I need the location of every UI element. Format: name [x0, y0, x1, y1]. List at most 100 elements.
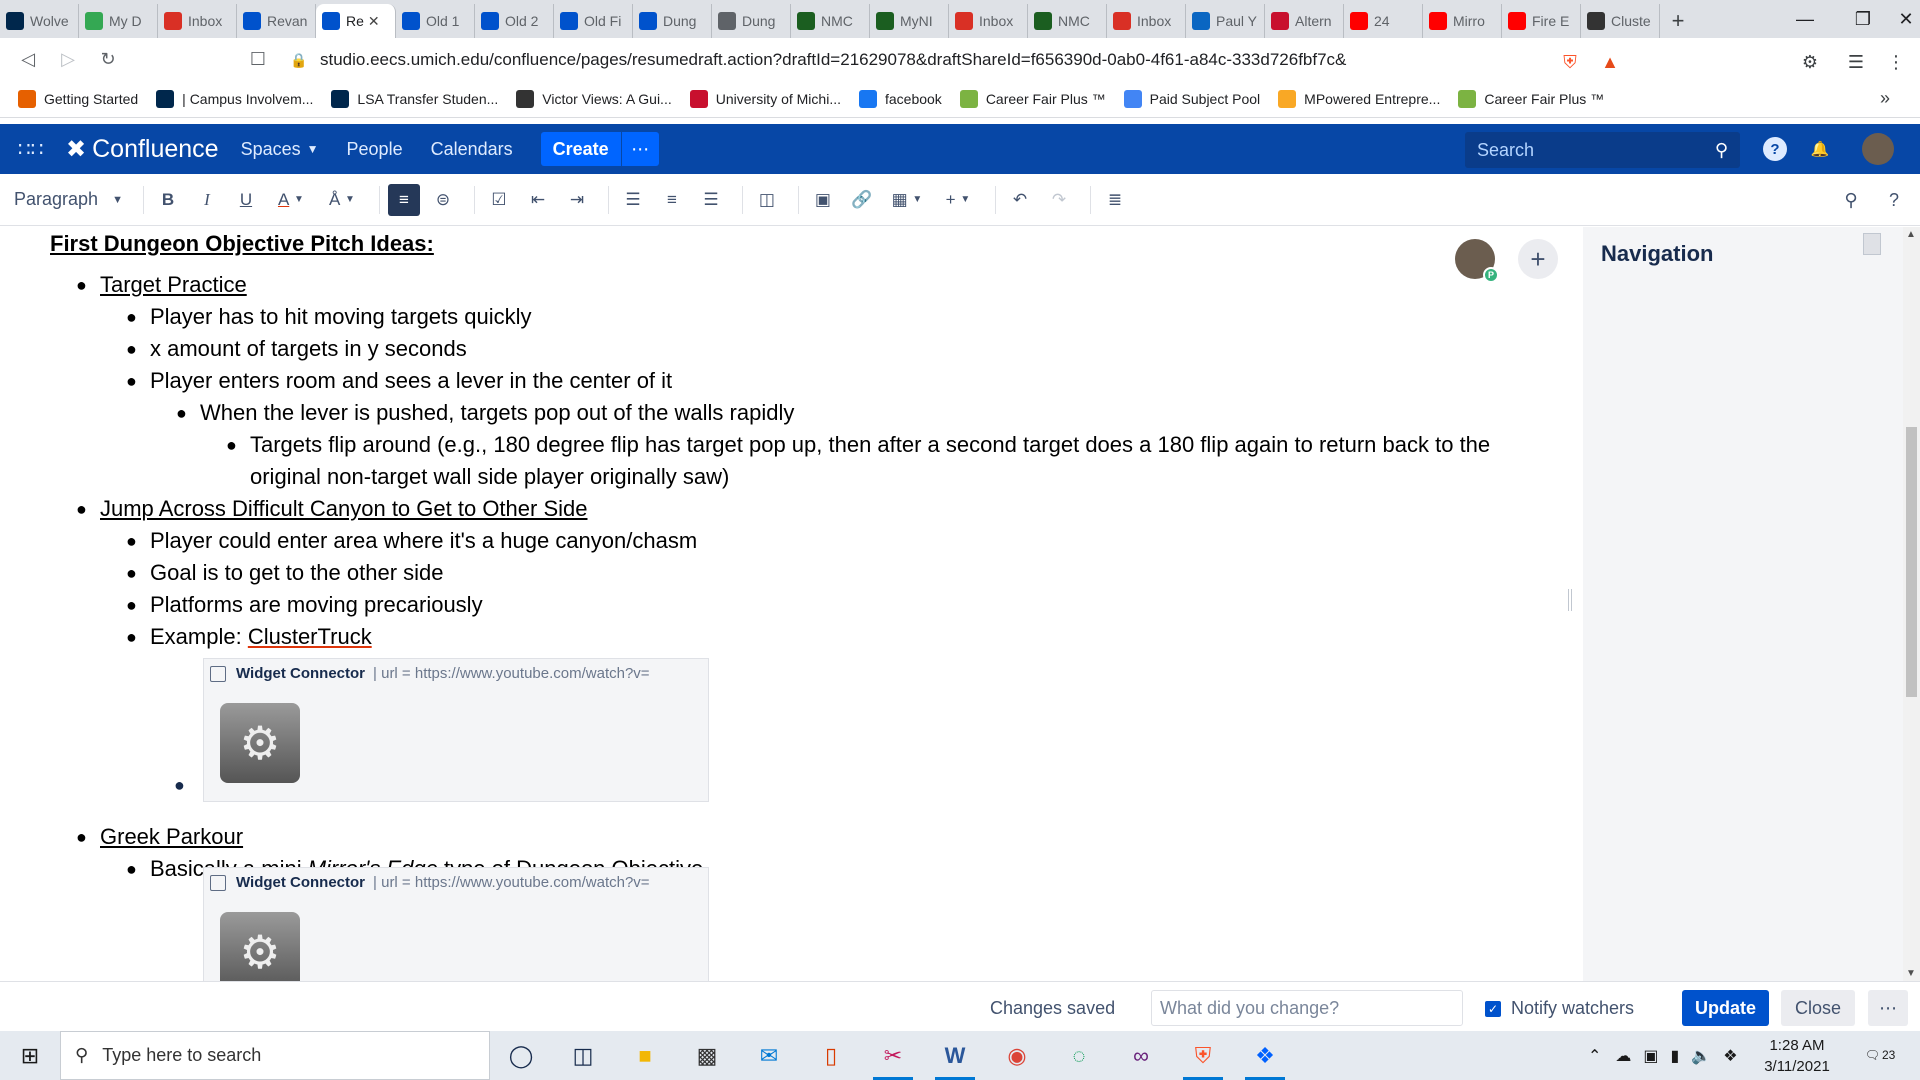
insert-image-icon[interactable]: ▣ [807, 184, 839, 216]
widget-connector-1[interactable]: Widget Connector | url = https://www.you… [203, 658, 709, 802]
bookmark-item[interactable]: Career Fair Plus ™ [959, 89, 1106, 108]
back-icon[interactable]: ◁ [8, 41, 48, 77]
browser-tab[interactable]: Inbox [158, 4, 237, 38]
browser-tab[interactable]: Inbox [1107, 4, 1186, 38]
bookmark-item[interactable]: Victor Views: A Gui... [516, 89, 672, 108]
panel-collapse-icon[interactable] [1863, 233, 1881, 255]
windows-start-icon[interactable]: ⊞ [0, 1031, 60, 1080]
browser-tab[interactable]: Wolve [0, 4, 79, 38]
create-button[interactable]: Create [540, 132, 621, 166]
redo-icon[interactable]: ↷ [1043, 184, 1075, 216]
nav-calendars[interactable]: Calendars [431, 139, 513, 160]
browser-menu-icon[interactable]: ⋮ [1876, 44, 1916, 80]
action-center-icon[interactable]: 🗨 23 [1865, 1041, 1896, 1069]
device-icon[interactable]: ▣ [1643, 1046, 1658, 1066]
bookmark-item[interactable]: Getting Started [18, 89, 138, 108]
browser-tab[interactable]: Dung [633, 4, 712, 38]
browser-tab[interactable]: Old 1 [396, 4, 475, 38]
change-comment-input[interactable] [1151, 990, 1463, 1026]
create-more-button[interactable]: ⋯ [620, 132, 659, 166]
cortana-icon[interactable]: ◯ [490, 1031, 552, 1080]
task-list-icon[interactable]: ☑ [483, 184, 515, 216]
file-explorer-icon[interactable]: ■ [614, 1031, 676, 1080]
list-heading-item[interactable]: ● Greek Parkour [76, 821, 243, 853]
tray-expand-icon[interactable]: ⌃ [1588, 1046, 1601, 1066]
paragraph-style-select[interactable]: Paragraph ▼ [14, 189, 123, 210]
bookmark-item[interactable]: | Campus Involvem... [156, 89, 313, 108]
invite-collaborator-button[interactable]: + [1518, 239, 1558, 279]
page-layout-icon[interactable]: ◫ [751, 184, 783, 216]
text-format-icon[interactable]: Å ▼ [320, 184, 364, 216]
edge-icon[interactable]: ◌ [1048, 1031, 1110, 1080]
close-button[interactable]: Close [1781, 990, 1855, 1026]
more-options-icon[interactable]: ⋯ [1868, 990, 1908, 1026]
align-right-icon[interactable]: ☰ [695, 184, 727, 216]
browser-tab[interactable]: 24 [1344, 4, 1423, 38]
browser-tab[interactable]: NMC [1028, 4, 1107, 38]
scroll-up-icon[interactable]: ▲ [1906, 229, 1916, 240]
notify-watchers-checkbox[interactable]: ✓ Notify watchers [1485, 998, 1634, 1019]
volume-icon[interactable]: 🔈 [1691, 1046, 1711, 1066]
media-queue-icon[interactable]: ☰ [1836, 44, 1876, 80]
reload-icon[interactable]: ↻ [88, 41, 128, 77]
chrome-icon[interactable]: ◉ [986, 1031, 1048, 1080]
bookmark-item[interactable]: LSA Transfer Studen... [331, 89, 498, 108]
browser-tab[interactable]: NMC [791, 4, 870, 38]
bold-icon[interactable]: B [152, 184, 184, 216]
more-bookmarks-icon[interactable]: » [1880, 88, 1890, 109]
nav-people[interactable]: People [347, 139, 403, 160]
list-heading-item[interactable]: ● Jump Across Difficult Canyon to Get to … [76, 493, 587, 525]
system-clock[interactable]: 1:28 AM 3/11/2021 [1752, 1035, 1842, 1077]
keyboard-help-icon[interactable]: ? [1878, 184, 1910, 216]
snip-sketch-icon[interactable]: ✂ [862, 1031, 924, 1080]
browser-tab[interactable]: Dung [712, 4, 791, 38]
panel-resize-handle[interactable] [1568, 589, 1572, 611]
browser-tab[interactable]: Inbox [949, 4, 1028, 38]
table-of-contents-icon[interactable]: ≣ [1099, 184, 1131, 216]
forward-icon[interactable]: ▷ [48, 41, 88, 77]
browser-tab[interactable]: Fire E [1502, 4, 1581, 38]
collaborator-avatar[interactable]: P [1455, 239, 1499, 283]
dropbox-tray-icon[interactable]: ❖ [1723, 1046, 1737, 1066]
address-bar[interactable]: 🔒 studio.eecs.umich.edu/confluence/pages… [290, 44, 1550, 76]
office-icon[interactable]: ▯ [800, 1031, 862, 1080]
scrollbar[interactable]: ▲ ▼ [1903, 227, 1920, 981]
bullet-list-icon[interactable]: ≡ [387, 183, 420, 216]
browser-tab[interactable]: Altern [1265, 4, 1344, 38]
numbered-list-icon[interactable]: ⊜ [427, 184, 459, 216]
close-tab-icon[interactable]: ✕ [368, 13, 380, 30]
bookmark-item[interactable]: facebook [858, 89, 942, 108]
word-icon[interactable]: W [924, 1031, 986, 1080]
bookmark-item[interactable]: Paid Subject Pool [1123, 89, 1260, 108]
browser-tab[interactable]: Old 2 [475, 4, 554, 38]
extensions-icon[interactable]: ⚙ [1790, 44, 1830, 80]
browser-tab[interactable]: Mirro [1423, 4, 1502, 38]
store-icon[interactable]: ▩ [676, 1031, 738, 1080]
browser-tab[interactable]: MyNI [870, 4, 949, 38]
widget-connector-2[interactable]: Widget Connector | url = https://www.you… [203, 867, 709, 981]
battery-icon[interactable]: ▮ [1671, 1046, 1680, 1066]
insert-table-icon[interactable]: ▦ ▼ [885, 184, 929, 216]
search-input[interactable]: Search ⚲ [1465, 132, 1740, 168]
user-avatar[interactable] [1862, 133, 1894, 165]
app-switcher-icon[interactable]: ∷∷ [18, 137, 56, 162]
restore-icon[interactable]: ❐ [1834, 0, 1892, 38]
insert-link-icon[interactable]: 🔗 [846, 184, 878, 216]
bookmark-item[interactable]: MPowered Entrepre... [1278, 89, 1440, 108]
onedrive-icon[interactable]: ☁ [1615, 1046, 1631, 1066]
bookmark-icon[interactable]: ☐ [238, 41, 278, 77]
insert-more-icon[interactable]: + ▼ [936, 184, 980, 216]
dropbox-icon[interactable]: ❖ [1234, 1031, 1296, 1080]
editor-content[interactable]: First Dungeon Objective Pitch Ideas: ● Ta… [0, 227, 1583, 981]
italic-icon[interactable]: I [191, 184, 223, 216]
text-color-icon[interactable]: A ▼ [269, 184, 313, 216]
browser-tab[interactable]: Paul Y [1186, 4, 1265, 38]
task-view-icon[interactable]: ◫ [552, 1031, 614, 1080]
clustertruck-link[interactable]: ClusterTruck [248, 624, 372, 649]
undo-icon[interactable]: ↶ [1004, 184, 1036, 216]
nav-spaces[interactable]: Spaces ▼ [241, 139, 319, 160]
new-tab-icon[interactable]: + [1660, 4, 1696, 38]
visual-studio-icon[interactable]: ∞ [1110, 1031, 1172, 1080]
scrollbar-thumb[interactable] [1906, 427, 1917, 697]
scroll-down-icon[interactable]: ▼ [1906, 968, 1916, 979]
